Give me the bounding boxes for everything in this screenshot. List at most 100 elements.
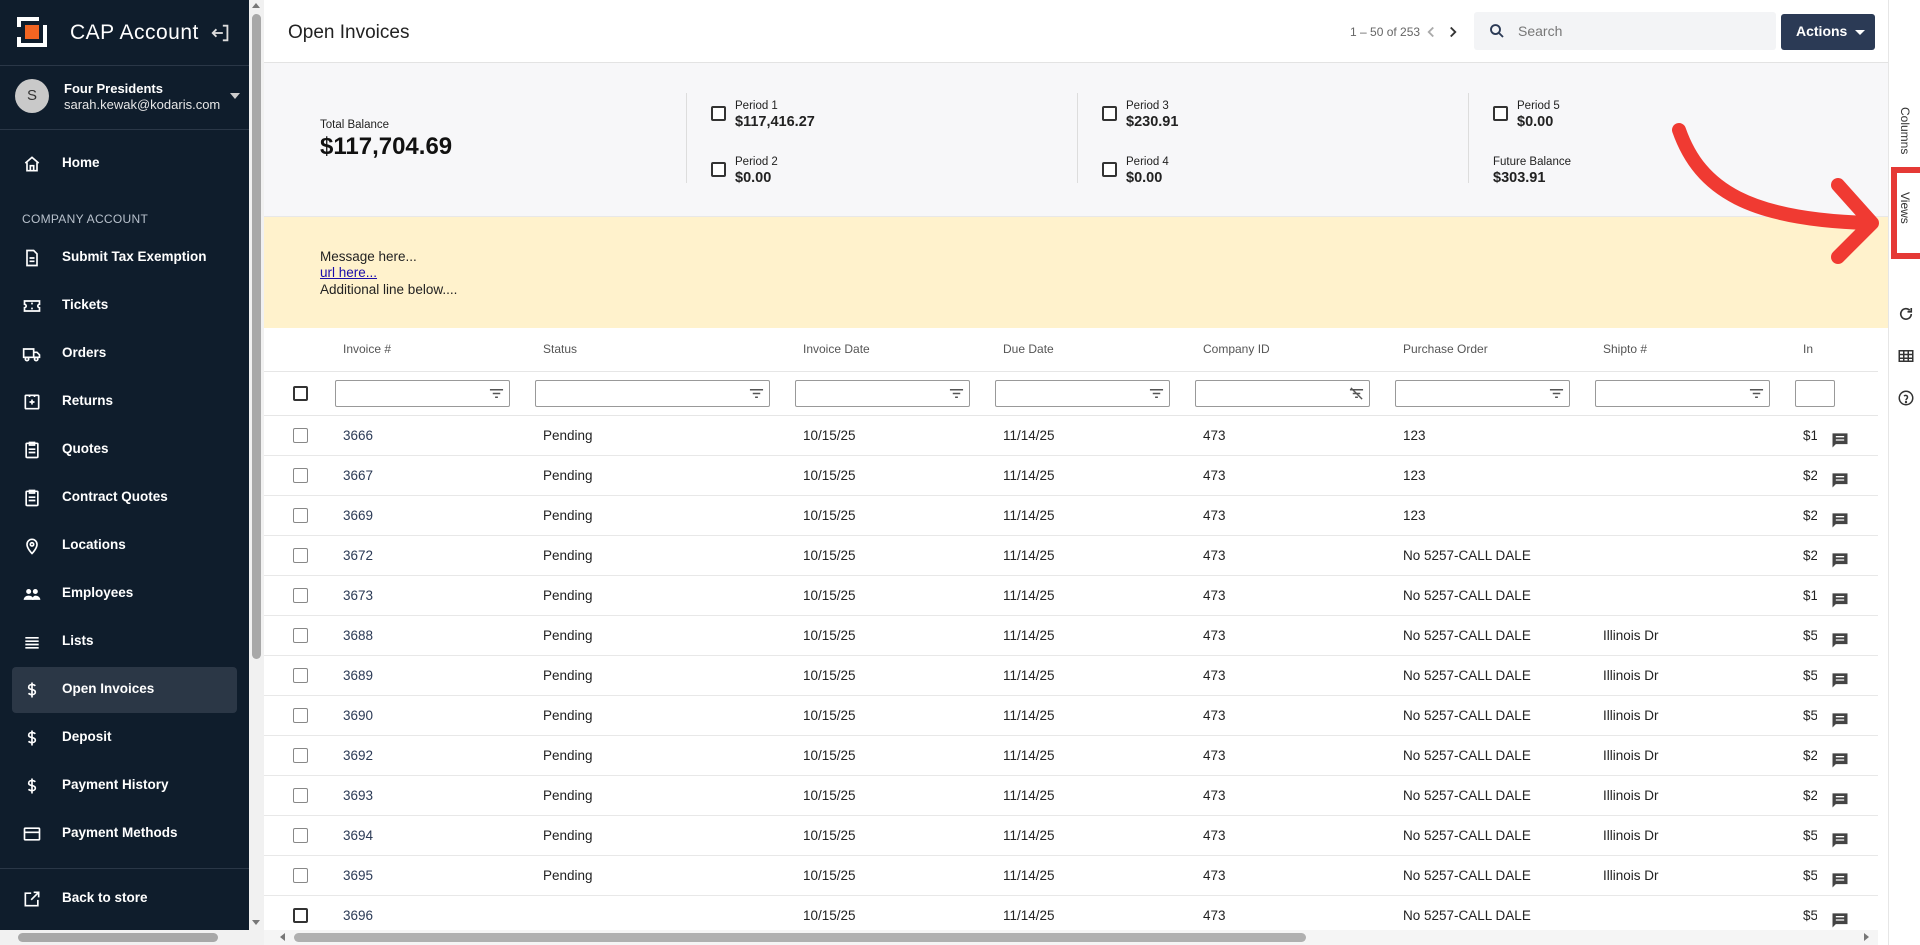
filter-invoice-amount-input[interactable] [1795,380,1835,407]
scrollbar-thumb[interactable] [252,14,261,659]
search-input[interactable] [1518,20,1758,42]
invoice-number[interactable]: 3693 [343,788,373,803]
sidebar-item-contract-quotes[interactable]: Contract Quotes [12,475,237,521]
sidebar-item-lists[interactable]: Lists [12,619,237,665]
refresh-icon[interactable] [1897,305,1915,323]
comment-icon[interactable] [1830,510,1850,530]
filter-status-input[interactable] [535,380,770,407]
row-checkbox[interactable] [293,708,308,723]
table-icon[interactable] [1897,347,1915,365]
chevron-right-icon[interactable] [1444,23,1462,41]
comment-icon[interactable] [1830,870,1850,890]
column-header-purchase-order[interactable]: Purchase Order [1403,342,1488,356]
table-row[interactable]: 3672 Pending 10/15/25 11/14/25 473 No 5257-CA… [264,536,1878,576]
row-checkbox[interactable] [293,668,308,683]
scroll-right-icon[interactable] [1864,933,1869,941]
period-3-checkbox[interactable] [1102,106,1117,121]
sidebar-item-orders[interactable]: Orders [12,331,237,377]
message-link[interactable]: url here... [320,265,377,280]
invoice-number[interactable]: 3695 [343,868,373,883]
kodaris-logo-icon[interactable] [17,17,47,47]
table-row[interactable]: 3692 Pending 10/15/25 11/14/25 473 No 5257-CA… [264,736,1878,776]
table-row[interactable]: 3667 Pending 10/15/25 11/14/25 473 123 $2 [264,456,1878,496]
filter-company-id-input[interactable] [1195,380,1370,407]
table-row[interactable]: 3666 Pending 10/15/25 11/14/25 473 123 $1 [264,416,1878,456]
sidebar-item-quotes[interactable]: Quotes [12,427,237,473]
invoice-number[interactable]: 3692 [343,748,373,763]
filter-due-date-input[interactable] [995,380,1170,407]
filter-purchase-order-input[interactable] [1395,380,1570,407]
comment-icon[interactable] [1830,630,1850,650]
logout-icon[interactable] [210,22,232,44]
table-horizontal-scrollbar[interactable] [264,930,1878,945]
filter-icon[interactable] [489,387,504,400]
scroll-down-icon[interactable] [252,920,260,925]
table-scrollbar[interactable] [1876,328,1878,930]
row-checkbox[interactable] [293,468,308,483]
column-header-invoice-amount[interactable]: In [1803,342,1813,356]
invoice-number[interactable]: 3688 [343,628,373,643]
sidebar-item-payment-methods[interactable]: Payment Methods [12,811,237,857]
scrollbar-thumb[interactable] [294,933,1306,942]
sidebar-item-locations[interactable]: Locations [12,523,237,569]
row-checkbox[interactable] [293,908,308,923]
table-row[interactable]: 3673 Pending 10/15/25 11/14/25 473 No 5257-CA… [264,576,1878,616]
table-row[interactable]: 3695 Pending 10/15/25 11/14/25 473 No 5257-CA… [264,856,1878,896]
filter-shipto-input[interactable] [1595,380,1770,407]
column-header-invoice-date[interactable]: Invoice Date [803,342,870,356]
invoice-number[interactable]: 3673 [343,588,373,603]
sidebar-item-payment-history[interactable]: Payment History [12,763,237,809]
filter-icon[interactable] [1149,387,1164,400]
comment-icon[interactable] [1830,430,1850,450]
table-row[interactable]: 3688 Pending 10/15/25 11/14/25 473 No 5257-CA… [264,616,1878,656]
invoice-number[interactable]: 3667 [343,468,373,483]
scroll-left-icon[interactable] [280,933,285,941]
row-checkbox[interactable] [293,428,308,443]
sidebar-item-returns[interactable]: Returns [12,379,237,425]
invoice-number[interactable]: 3696 [343,908,373,923]
row-checkbox[interactable] [293,548,308,563]
comment-icon[interactable] [1830,470,1850,490]
filter-icon[interactable] [749,387,764,400]
filter-icon[interactable] [1749,387,1764,400]
sidebar-item-open-invoices[interactable]: Open Invoices [12,667,237,713]
filter-invoice-date-input[interactable] [795,380,970,407]
select-all-checkbox[interactable] [293,386,308,401]
help-icon[interactable] [1897,389,1915,407]
scroll-up-icon[interactable] [252,3,260,8]
sidebar-item-submit-tax-exemption[interactable]: Submit Tax Exemption [12,235,237,281]
scrollbar-thumb[interactable] [18,933,218,942]
sidebar-item-home[interactable]: Home [12,141,237,187]
column-header-shipto[interactable]: Shipto # [1603,342,1647,356]
comment-icon[interactable] [1830,550,1850,570]
invoice-number[interactable]: 3689 [343,668,373,683]
column-header-company-id[interactable]: Company ID [1203,342,1270,356]
filter-icon[interactable] [949,387,964,400]
sidebar-item-employees[interactable]: Employees [12,571,237,617]
column-header-due-date[interactable]: Due Date [1003,342,1054,356]
user-switcher[interactable]: S Four Presidents sarah.kewak@kodaris.co… [0,66,249,130]
comment-icon[interactable] [1830,670,1850,690]
comment-icon[interactable] [1830,910,1850,930]
table-row[interactable]: 3689 Pending 10/15/25 11/14/25 473 No 5257-CA… [264,656,1878,696]
invoice-number[interactable]: 3694 [343,828,373,843]
sidebar-scrollbar[interactable] [249,0,264,945]
filter-icon[interactable] [1549,387,1564,400]
row-checkbox[interactable] [293,788,308,803]
actions-button[interactable]: Actions [1781,14,1875,50]
period-1-checkbox[interactable] [711,106,726,121]
comment-icon[interactable] [1830,590,1850,610]
sidebar-horizontal-scrollbar[interactable] [0,930,249,945]
comment-icon[interactable] [1830,790,1850,810]
comment-icon[interactable] [1830,750,1850,770]
table-row[interactable]: 3693 Pending 10/15/25 11/14/25 473 No 5257-CA… [264,776,1878,816]
row-checkbox[interactable] [293,508,308,523]
row-checkbox[interactable] [293,628,308,643]
table-row[interactable]: 3694 Pending 10/15/25 11/14/25 473 No 5257-CA… [264,816,1878,856]
period-5-checkbox[interactable] [1493,106,1508,121]
row-checkbox[interactable] [293,748,308,763]
column-header-status[interactable]: Status [543,342,577,356]
filter-off-icon[interactable] [1349,387,1364,400]
table-row[interactable]: 3669 Pending 10/15/25 11/14/25 473 123 $2 [264,496,1878,536]
comment-icon[interactable] [1830,710,1850,730]
